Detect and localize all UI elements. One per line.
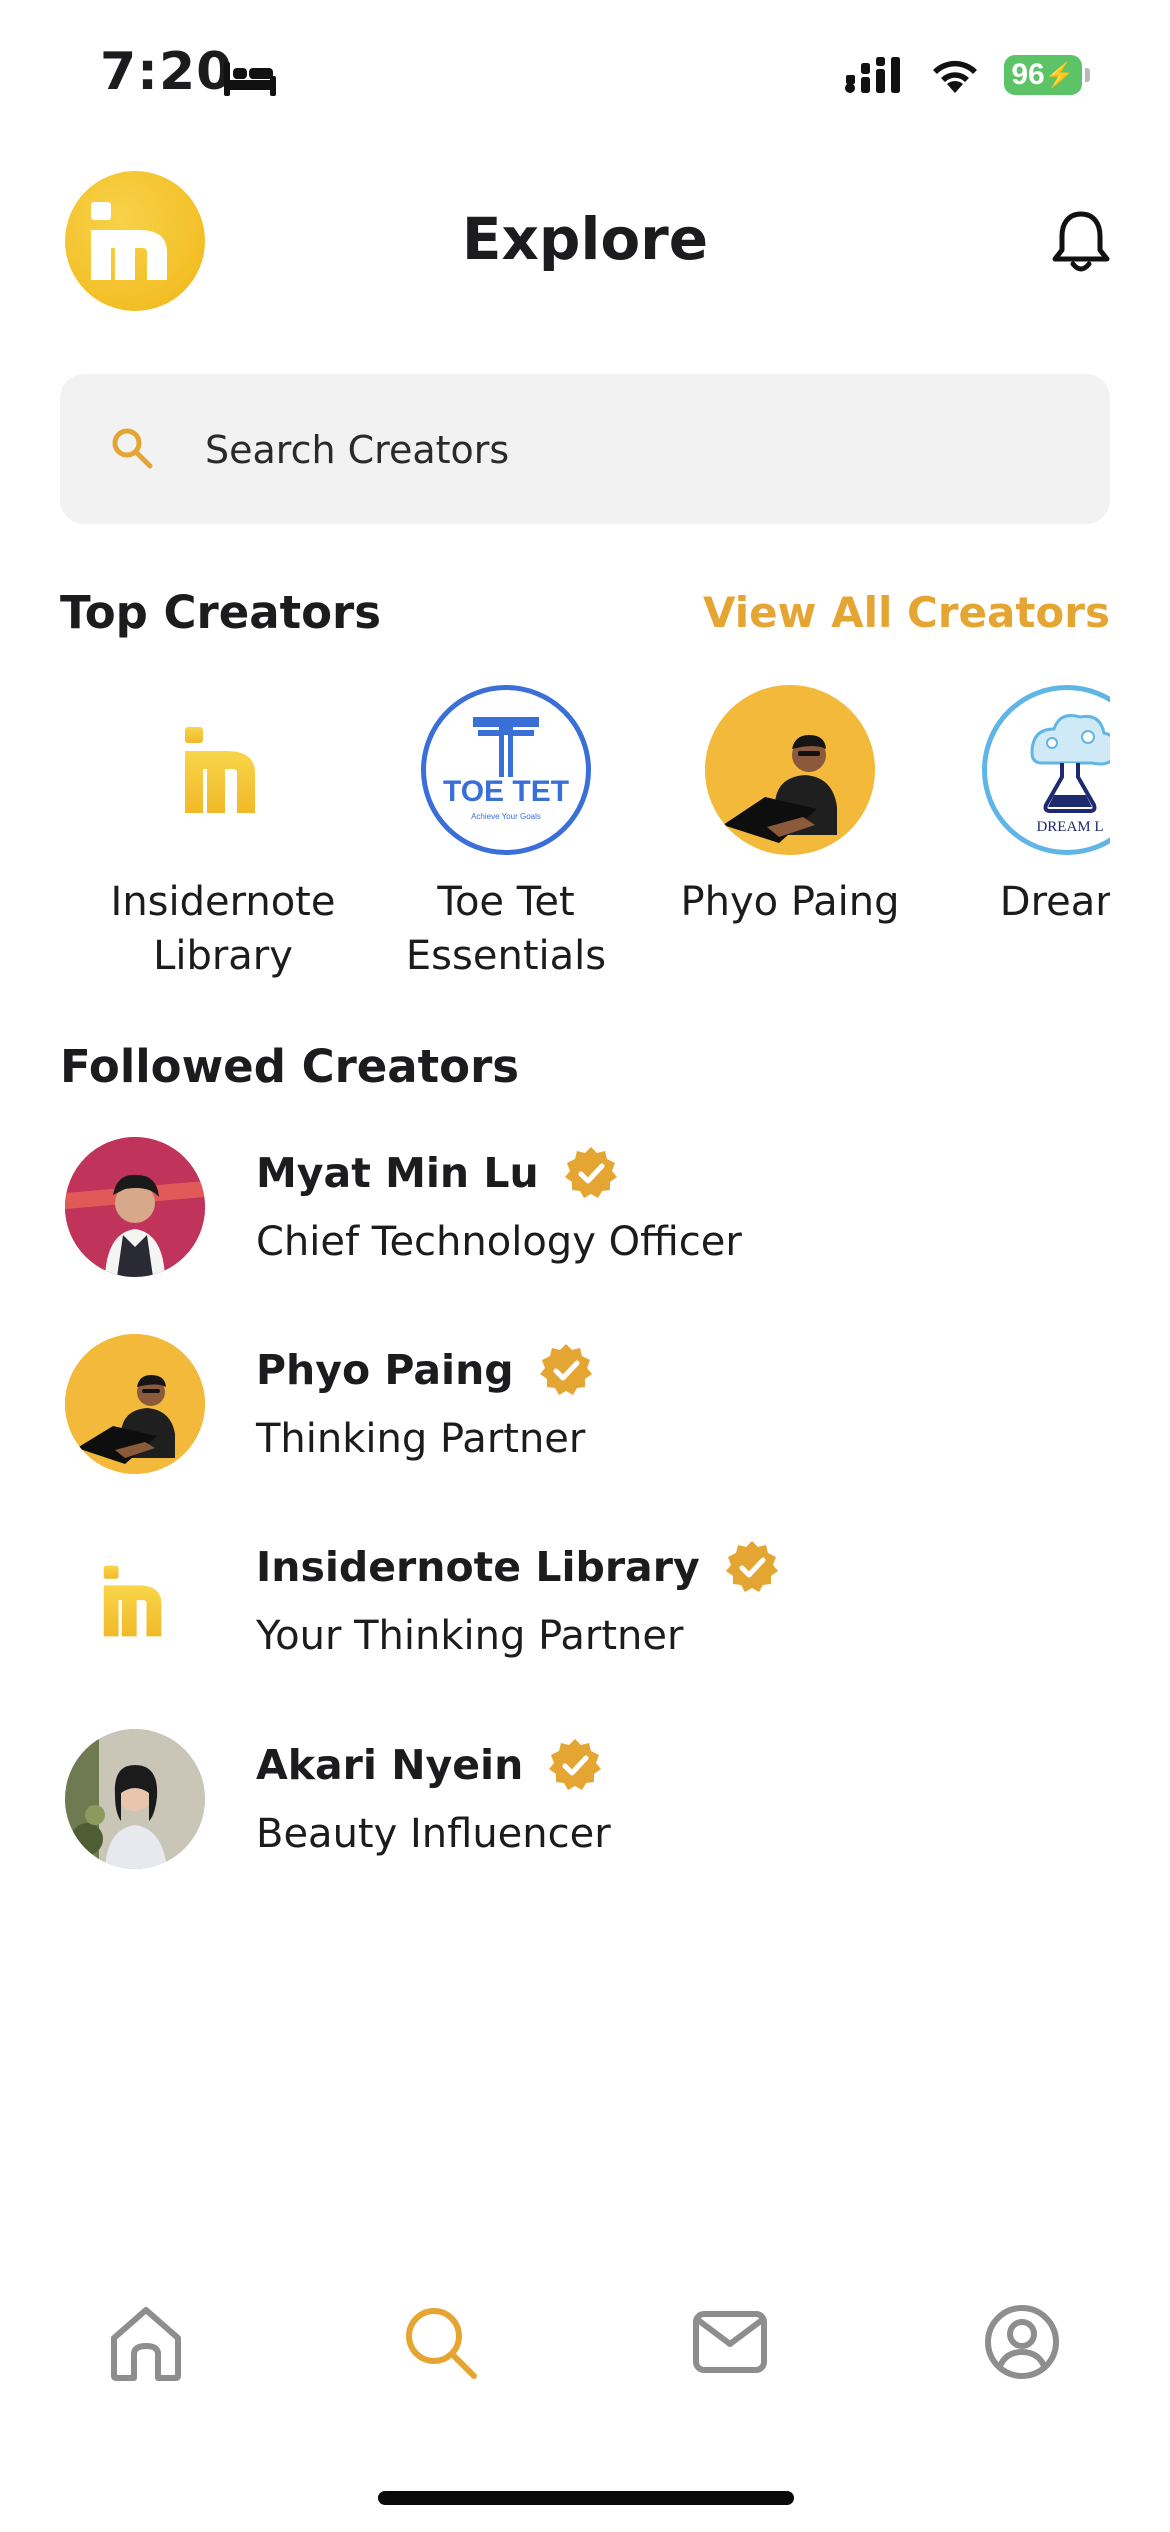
followed-creator-name-row: Myat Min Lu <box>256 1145 619 1201</box>
search-bar[interactable] <box>60 374 1110 524</box>
avatar <box>65 1334 205 1474</box>
cellular-signal-icon <box>845 57 900 93</box>
mail-icon[interactable] <box>688 2300 772 2384</box>
top-creator-name: Toe Tet Essentials <box>405 879 607 979</box>
creator-name: Akari Nyein <box>256 1741 524 1789</box>
search-icon <box>112 428 153 469</box>
toe-tet-logo-icon: TOE TET Achieve Your Goals <box>443 717 569 821</box>
home-icon[interactable] <box>104 2300 188 2384</box>
creator-subtitle: Beauty Influencer <box>256 1811 611 1857</box>
page-title: Explore <box>461 205 709 273</box>
avatar <box>65 1729 205 1869</box>
top-creator-phyo-paing[interactable]: Phyo Paing <box>650 680 930 929</box>
bell-icon[interactable] <box>1050 208 1112 276</box>
status-indicators: 96 ⚡ <box>844 55 1090 95</box>
avatar: DREAM L <box>982 685 1110 855</box>
view-all-creators-link[interactable]: View All Creators <box>703 588 1110 637</box>
avatar <box>138 685 308 855</box>
bottom-tab-bar <box>0 2255 1170 2415</box>
battery-percent: 96 <box>1011 58 1045 91</box>
toe-tet-logo-text: TOE TET <box>443 775 569 808</box>
verified-badge-icon <box>549 1739 602 1790</box>
creator-subtitle: Chief Technology Officer <box>256 1219 742 1265</box>
verified-badge-icon <box>725 1541 778 1592</box>
avatar: TOE TET Achieve Your Goals <box>421 685 591 855</box>
dream-lab-logo-text: DREAM L <box>1036 819 1103 835</box>
battery-level: 96 ⚡ <box>1004 55 1082 95</box>
home-indicator <box>378 2491 794 2505</box>
followed-creator-row[interactable]: Insidernote Library Your Thinking Partne… <box>0 1531 1170 1681</box>
status-bar: 7:20 96 ⚡ <box>0 0 1170 150</box>
followed-creator-row[interactable]: Myat Min Lu Chief Technology Officer <box>0 1137 1170 1287</box>
top-creator-name: Insidernote Library <box>110 879 336 979</box>
followed-creator-row[interactable]: Phyo Paing Thinking Partner <box>0 1334 1170 1484</box>
battery-cap <box>1085 68 1090 82</box>
search-input[interactable] <box>203 414 1067 486</box>
person-photo-icon <box>65 1334 205 1474</box>
profile-icon[interactable] <box>980 2300 1064 2384</box>
creator-name: Myat Min Lu <box>256 1149 539 1197</box>
sleep-focus-icon <box>224 62 276 96</box>
dream-lab-logo-icon: DREAM L <box>1030 714 1110 835</box>
top-creators-carousel[interactable]: Insidernote Library TOE TET Achieve Your… <box>0 680 1110 1000</box>
verified-badge-icon <box>539 1344 592 1395</box>
person-photo-icon <box>705 685 875 855</box>
followed-creator-name-row: Phyo Paing <box>256 1342 594 1398</box>
followed-creator-row[interactable]: Akari Nyein Beauty Influencer <box>0 1729 1170 1879</box>
top-creator-name: Dream <box>999 879 1110 925</box>
top-creators-heading: Top Creators <box>60 586 382 639</box>
avatar <box>705 685 875 855</box>
person-photo-icon <box>65 1729 205 1869</box>
creator-name: Insidernote Library <box>256 1543 700 1591</box>
top-creator-toe-tet-essentials[interactable]: TOE TET Achieve Your Goals Toe Tet Essen… <box>366 680 646 983</box>
creator-subtitle: Thinking Partner <box>256 1416 586 1462</box>
insidernote-logo-icon <box>185 727 255 813</box>
wifi-icon <box>933 60 977 93</box>
avatar <box>65 1137 205 1277</box>
top-creator-dream-lab[interactable]: DREAM L Dream <box>927 680 1110 929</box>
top-creator-name: Phyo Paing <box>680 879 900 925</box>
top-creator-insidernote-library[interactable]: Insidernote Library <box>83 680 363 983</box>
person-photo-icon <box>65 1137 205 1277</box>
followed-creators-heading: Followed Creators <box>60 1040 520 1093</box>
insidernote-logo-icon <box>103 1565 162 1637</box>
creator-subtitle: Your Thinking Partner <box>256 1613 684 1659</box>
battery-indicator: 96 ⚡ <box>1004 55 1090 95</box>
status-time: 7:20 <box>100 42 234 102</box>
creator-name: Phyo Paing <box>256 1346 514 1394</box>
followed-creator-name-row: Akari Nyein <box>256 1737 603 1793</box>
search-icon[interactable] <box>398 2300 482 2384</box>
followed-creator-name-row: Insidernote Library <box>256 1539 780 1595</box>
avatar <box>65 1531 205 1671</box>
verified-badge-icon <box>564 1147 617 1198</box>
toe-tet-tagline: Achieve Your Goals <box>471 812 541 821</box>
